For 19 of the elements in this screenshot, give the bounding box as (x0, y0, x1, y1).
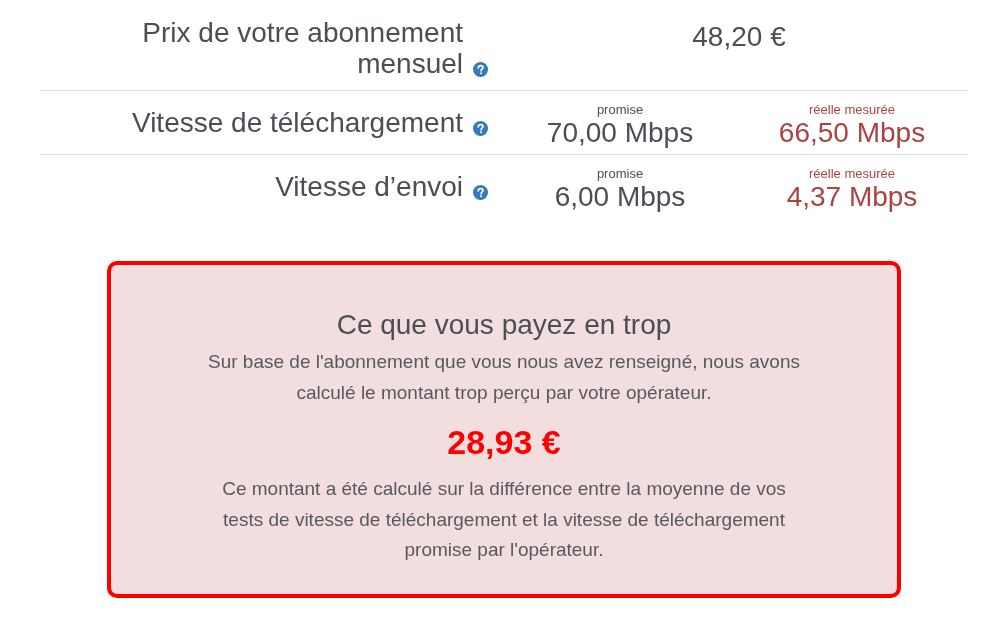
promised-speed: 70,00 Mbps (546, 116, 694, 149)
promised-caption: promise (596, 102, 644, 117)
panel-intro: Sur base de l'abonnement que vous nous avez renseigné, nous avons calculé le montant trop perçu par votre opérateur. (207, 350, 801, 405)
help-icon[interactable] (473, 185, 488, 200)
measured-speed: 4,37 Mbps (786, 180, 918, 213)
overpaid-amount: 28,93 € (447, 422, 561, 462)
help-icon[interactable] (473, 121, 488, 136)
measured-caption: réelle mesurée (809, 102, 895, 117)
panel-explanation: Ce montant a été calculé sur la différence entre la moyenne de vos tests de vitesse de téléchargement et la vitesse de téléchargement promise par l'opérateur. (221, 477, 787, 562)
measured-speed: 66,50 Mbps (778, 116, 926, 149)
promised-speed: 6,00 Mbps (554, 180, 686, 213)
help-icon[interactable] (473, 62, 488, 77)
row-label: Prix de votre abonnement mensuel (141, 17, 463, 79)
row-label: Vitesse de téléchargement (131, 107, 463, 138)
row-label: Vitesse d’envoi (275, 171, 463, 202)
panel-title: Ce que vous payez en trop (336, 308, 672, 342)
measured-caption: réelle mesurée (809, 166, 895, 181)
promised-caption: promise (596, 166, 644, 181)
price-value: 48,20 € (692, 20, 786, 54)
